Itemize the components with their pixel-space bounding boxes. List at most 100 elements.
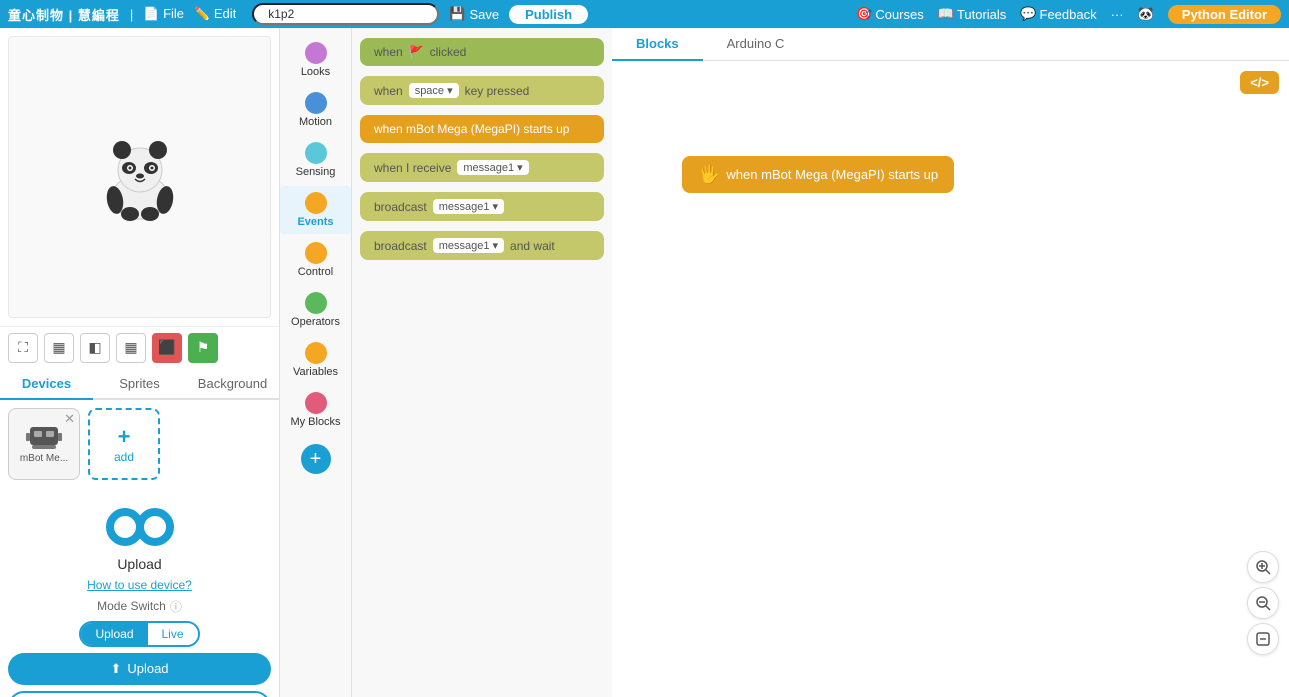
canvas-tab-blocks[interactable]: Blocks [612, 28, 703, 61]
toolbar-row: ⛶ ▦ ◧ ▦ ⬛ ⚑ [0, 326, 279, 369]
cat-looks-label: Looks [301, 66, 330, 78]
placed-block-text: when mBot Mega (MegaPI) starts up [726, 167, 938, 182]
tab-row: Devices Sprites Background [0, 369, 279, 400]
placed-block-mbot[interactable]: 🖐 when mBot Mega (MegaPI) starts up [682, 156, 954, 193]
category-panel: Looks Motion Sensing Events Control Oper… [280, 28, 352, 697]
left-panel: ⛶ ▦ ◧ ▦ ⬛ ⚑ Devices Sprites Background ✕ [0, 28, 280, 697]
topbar: 童心制物 | 慧編程 | 📄 File ✏️ Edit 💾 Save Publi… [0, 0, 1289, 28]
chain-link-icon [100, 502, 180, 552]
how-to-link[interactable]: How to use device? [87, 578, 192, 592]
add-label: add [114, 450, 134, 464]
grid2-btn[interactable]: ▦ [116, 333, 146, 363]
broadcast-tag: message1 ▾ [433, 199, 504, 214]
topbar-right: 🎯 Courses 📖 Tutorials 💬 Feedback ··· 🐼 P… [856, 5, 1281, 24]
cat-control[interactable]: Control [280, 236, 351, 284]
add-device-btn[interactable]: + add [88, 408, 160, 480]
sprite-area [0, 28, 279, 326]
file-menu[interactable]: 📄 File [143, 6, 184, 22]
cat-control-label: Control [298, 266, 333, 278]
upload-action-btn[interactable]: ⬆ Upload [8, 653, 271, 685]
motion-dot [305, 92, 327, 114]
block-key-pressed[interactable]: when space ▾ key pressed [360, 76, 604, 105]
cursor-icon: 🖐 [698, 164, 720, 185]
variables-dot [305, 342, 327, 364]
filename-input[interactable] [252, 3, 439, 25]
flag-text: when [374, 45, 403, 59]
panda-avatar [100, 132, 180, 222]
device-name: mBot Me... [20, 453, 68, 464]
block-flag-clicked[interactable]: when 🚩 clicked [360, 38, 604, 66]
mbot-starts-text: when mBot Mega (MegaPI) starts up [374, 122, 569, 136]
block-receive[interactable]: when I receive message1 ▾ [360, 153, 604, 182]
feedback-link[interactable]: 💬 Feedback [1020, 6, 1096, 22]
cat-variables[interactable]: Variables [280, 336, 351, 384]
zoom-out-icon [1255, 595, 1271, 611]
mode-toggle: Upload Live [79, 621, 199, 647]
tab-devices[interactable]: Devices [0, 369, 93, 400]
sprite-canvas [8, 36, 271, 318]
add-icon: + [118, 424, 131, 450]
mode-upload-btn[interactable]: Upload [81, 623, 147, 645]
myblocks-dot [305, 392, 327, 414]
clicked-text: clicked [430, 45, 467, 59]
broadcast-wait-tag: message1 ▾ [433, 238, 504, 253]
operators-dot [305, 292, 327, 314]
disconnect-btn[interactable]: 🔗 Disconnect [8, 691, 271, 697]
upload-section: Upload How to use device? Mode Switch ⓘ … [8, 488, 271, 697]
space-tag: space ▾ [409, 83, 459, 98]
publish-button[interactable]: Publish [509, 5, 588, 24]
cat-looks[interactable]: Looks [280, 36, 351, 84]
and-wait-text: and wait [510, 239, 555, 253]
tab-background[interactable]: Background [186, 369, 279, 400]
edit-menu[interactable]: ✏️ Edit [194, 6, 236, 22]
broadcast-text: broadcast [374, 200, 427, 214]
grid-btn[interactable]: ▦ [44, 333, 74, 363]
zoom-in-btn[interactable] [1247, 551, 1279, 583]
run-btn[interactable]: ⚑ [188, 333, 218, 363]
events-dot [305, 192, 327, 214]
topbar-sep: | [130, 7, 133, 22]
cat-events[interactable]: Events [280, 186, 351, 234]
cat-myblocks[interactable]: My Blocks [280, 386, 351, 434]
canvas-workspace[interactable]: 🖐 when mBot Mega (MegaPI) starts up </> [612, 61, 1289, 695]
cat-add-btn[interactable]: + [301, 444, 331, 474]
python-editor-button[interactable]: Python Editor [1168, 5, 1281, 24]
device-close-btn[interactable]: ✕ [64, 411, 75, 427]
save-button[interactable]: 💾 Save [449, 6, 499, 22]
broadcast-wait-text: broadcast [374, 239, 427, 253]
cat-add-area: + [301, 444, 331, 474]
device-row: ✕ mBot Me... + add [8, 408, 271, 480]
zoom-reset-icon [1255, 631, 1271, 647]
device-card-mbot[interactable]: ✕ mBot Me... [8, 408, 80, 480]
main-layout: ⛶ ▦ ◧ ▦ ⬛ ⚑ Devices Sprites Background ✕ [0, 28, 1289, 697]
block-broadcast[interactable]: broadcast message1 ▾ [360, 192, 604, 221]
cat-operators-label: Operators [291, 316, 340, 328]
key-pressed-text: key pressed [465, 84, 530, 98]
devices-panel: ✕ mBot Me... + add [0, 400, 279, 697]
expand-btn[interactable]: ⛶ [8, 333, 38, 363]
mode-switch-row: Mode Switch ⓘ [97, 598, 182, 615]
mbot-icon [26, 423, 62, 451]
tile-btn[interactable]: ◧ [80, 333, 110, 363]
cat-motion[interactable]: Motion [280, 86, 351, 134]
block-broadcast-wait[interactable]: broadcast message1 ▾ and wait [360, 231, 604, 260]
block-mbot-starts[interactable]: when mBot Mega (MegaPI) starts up [360, 115, 604, 143]
courses-link[interactable]: 🎯 Courses [856, 6, 924, 22]
control-dot [305, 242, 327, 264]
canvas-tab-arduino[interactable]: Arduino C [703, 28, 809, 61]
avatar: 🐼 [1138, 6, 1154, 22]
zoom-reset-btn[interactable] [1247, 623, 1279, 655]
stop-btn[interactable]: ⬛ [152, 333, 182, 363]
tab-sprites[interactable]: Sprites [93, 369, 186, 400]
flag-icon: 🚩 [409, 45, 424, 59]
zoom-out-btn[interactable] [1247, 587, 1279, 619]
looks-dot [305, 42, 327, 64]
code-toggle-btn[interactable]: </> [1240, 71, 1279, 94]
mode-live-btn[interactable]: Live [148, 623, 198, 645]
more-menu[interactable]: ··· [1111, 7, 1124, 22]
mode-switch-info[interactable]: ⓘ [170, 598, 182, 615]
cat-sensing[interactable]: Sensing [280, 136, 351, 184]
sensing-dot [305, 142, 327, 164]
tutorials-link[interactable]: 📖 Tutorials [938, 6, 1007, 22]
cat-operators[interactable]: Operators [280, 286, 351, 334]
